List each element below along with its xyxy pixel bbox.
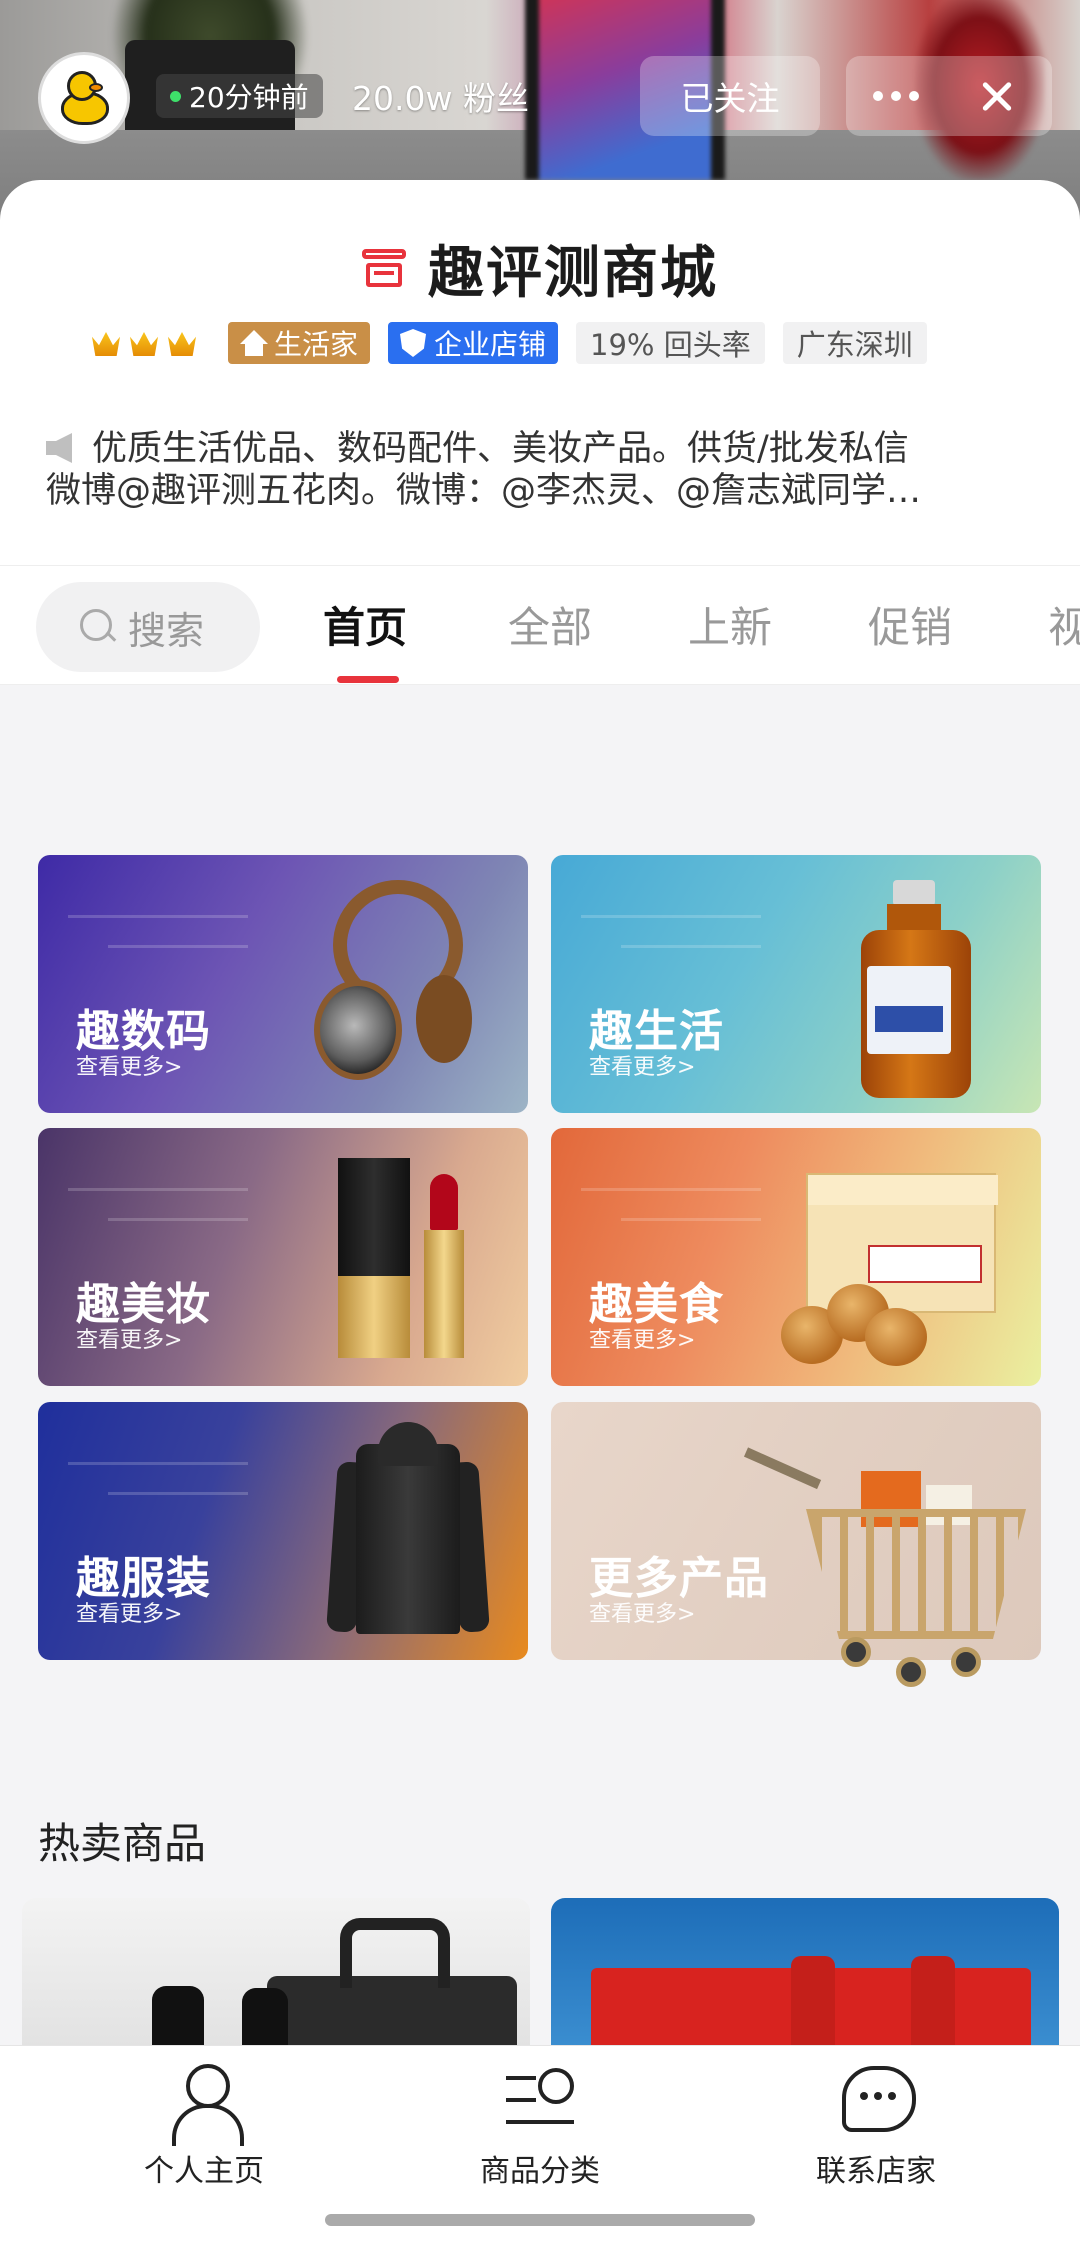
category-digital[interactable]: 趣数码 查看更多> bbox=[38, 855, 528, 1113]
store-info-card: 趣评测商城 生活家 企业店铺 19% 回头率 广东深圳 优质生活优品、数码配件、… bbox=[0, 180, 1080, 565]
store-notice[interactable]: 优质生活优品、数码配件、美妆产品。供货/批发私信 微博@趣评测五花肉。微博：@李… bbox=[46, 428, 1036, 512]
life-badge-label: 生活家 bbox=[274, 328, 359, 361]
person-icon bbox=[168, 2064, 244, 2146]
notice-line-2: 微博@趣评测五花肉。微博：@李杰灵、@詹志斌同学… bbox=[46, 471, 922, 511]
product-bottle bbox=[911, 1956, 955, 2048]
product-card[interactable] bbox=[22, 1898, 530, 2048]
tab-video[interactable]: 视 bbox=[1048, 594, 1080, 655]
shield-icon bbox=[400, 329, 427, 357]
shopping-cart-image bbox=[743, 1447, 1036, 1687]
category-life[interactable]: 趣生活 查看更多> bbox=[551, 855, 1041, 1113]
bottle-image bbox=[861, 880, 971, 1100]
speaker-icon bbox=[46, 433, 84, 463]
online-time: 20分钟前 bbox=[189, 81, 309, 114]
crown-rating bbox=[90, 328, 198, 358]
follow-button[interactable]: 已关注 bbox=[640, 56, 820, 136]
category-more-link[interactable]: 查看更多> bbox=[589, 1322, 695, 1354]
store-name: 趣评测商城 bbox=[428, 241, 718, 306]
product-handle bbox=[340, 1918, 450, 1988]
jacket-image bbox=[326, 1422, 490, 1642]
corp-badge-label: 企业店铺 bbox=[434, 328, 547, 361]
store-avatar[interactable] bbox=[38, 52, 130, 144]
store-title-row: 趣评测商城 bbox=[0, 228, 1080, 309]
duck-icon bbox=[55, 69, 113, 127]
tab-active-indicator bbox=[337, 676, 399, 683]
crown-icon bbox=[166, 328, 198, 358]
return-rate-badge: 19% 回头率 bbox=[576, 322, 765, 364]
more-icon[interactable] bbox=[846, 56, 946, 136]
wine-bottle bbox=[242, 1988, 288, 2048]
category-search-icon bbox=[504, 2064, 576, 2140]
product-bottle bbox=[791, 1956, 835, 2048]
home-icon bbox=[240, 330, 268, 356]
home-indicator bbox=[325, 2214, 755, 2226]
category-more[interactable]: 更多产品 查看更多> bbox=[551, 1402, 1041, 1687]
life-badge[interactable]: 生活家 bbox=[228, 322, 371, 364]
online-status-chip: 20分钟前 bbox=[156, 74, 323, 118]
nav-category[interactable]: 商品分类 bbox=[430, 2064, 650, 2190]
store-badges: 生活家 企业店铺 19% 回头率 广东深圳 bbox=[90, 320, 927, 366]
category-clothing[interactable]: 趣服装 查看更多> bbox=[38, 1402, 528, 1660]
category-more-link[interactable]: 查看更多> bbox=[76, 1596, 182, 1628]
tab-promo[interactable]: 促销 bbox=[868, 594, 952, 655]
corp-badge[interactable]: 企业店铺 bbox=[388, 322, 559, 364]
nav-contact[interactable]: 联系店家 bbox=[766, 2064, 986, 2190]
store-logo-icon bbox=[362, 248, 406, 289]
search-button[interactable]: 搜索 bbox=[36, 582, 260, 672]
nav-profile-label: 个人主页 bbox=[144, 2154, 264, 2189]
search-label: 搜索 bbox=[128, 608, 205, 653]
product-card[interactable] bbox=[551, 1898, 1059, 2048]
nav-profile[interactable]: 个人主页 bbox=[94, 2064, 314, 2190]
crown-icon bbox=[90, 328, 122, 358]
fans-count: 20.0w 粉丝 bbox=[352, 79, 529, 118]
crown-icon bbox=[128, 328, 160, 358]
wine-bottle bbox=[152, 1986, 204, 2048]
category-more-link[interactable]: 查看更多> bbox=[76, 1049, 182, 1081]
bread-image bbox=[781, 1276, 931, 1366]
category-more-link[interactable]: 查看更多> bbox=[589, 1596, 695, 1628]
close-icon[interactable] bbox=[946, 56, 1046, 136]
category-more-link[interactable]: 查看更多> bbox=[76, 1322, 182, 1354]
tab-all[interactable]: 全部 bbox=[508, 594, 592, 655]
location-badge: 广东深圳 bbox=[782, 322, 927, 364]
category-more-link[interactable]: 查看更多> bbox=[589, 1049, 695, 1081]
search-icon bbox=[80, 609, 116, 645]
store-tabbar: 搜索 首页 全部 上新 促销 视 bbox=[0, 565, 1080, 685]
perfume-image bbox=[338, 1158, 410, 1358]
notice-line-1: 优质生活优品、数码配件、美妆产品。供货/批发私信 bbox=[92, 429, 909, 469]
online-dot-icon bbox=[170, 90, 181, 102]
nav-contact-label: 联系店家 bbox=[816, 2154, 936, 2189]
headphone-image bbox=[308, 880, 472, 1090]
nav-category-label: 商品分类 bbox=[480, 2154, 600, 2189]
hot-products-title: 热卖商品 bbox=[38, 1819, 207, 1868]
menu-capsule bbox=[846, 56, 1052, 136]
lipstick-image bbox=[422, 1174, 466, 1358]
tab-new[interactable]: 上新 bbox=[688, 594, 772, 655]
tab-home[interactable]: 首页 bbox=[323, 594, 407, 655]
chat-icon bbox=[840, 2064, 916, 2140]
category-food[interactable]: 趣美食 查看更多> bbox=[551, 1128, 1041, 1386]
category-beauty[interactable]: 趣美妆 查看更多> bbox=[38, 1128, 528, 1386]
